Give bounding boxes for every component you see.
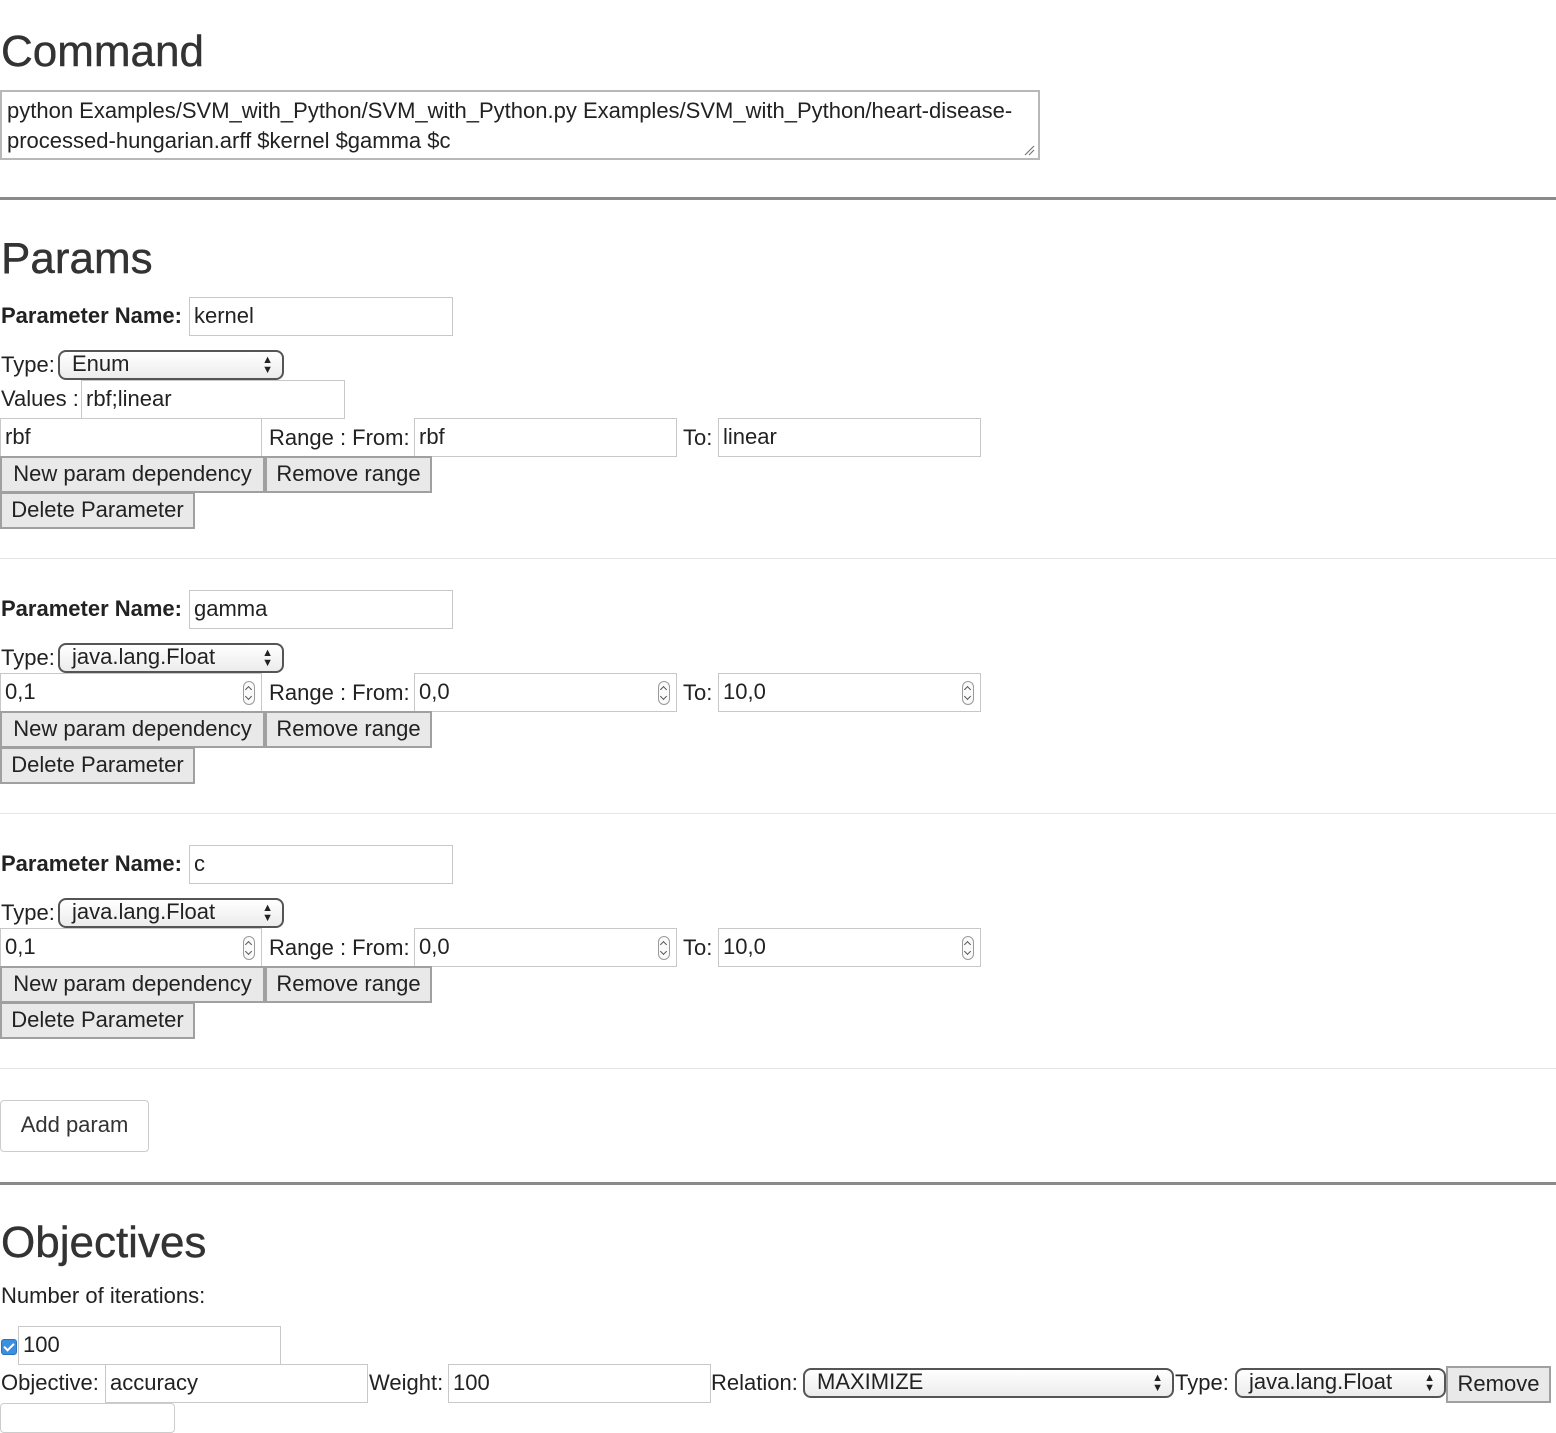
parameter-name-label: Parameter Name: xyxy=(1,851,182,876)
objectives-heading: Objectives xyxy=(1,1218,207,1267)
select-arrows-icon: ▲ ▼ xyxy=(262,354,273,376)
range-to-input[interactable]: 10,0 xyxy=(718,673,981,712)
range-to-input[interactable]: linear xyxy=(718,418,981,457)
range-from-text: 0,0 xyxy=(419,934,450,959)
range-from-label: Range : From: xyxy=(269,425,410,450)
range-to-text: 10,0 xyxy=(723,934,766,959)
delete-parameter-button[interactable]: Delete Parameter xyxy=(0,492,195,529)
iterations-label: Number of iterations: xyxy=(1,1283,206,1308)
new-param-dependency-button[interactable]: New param dependency xyxy=(0,711,265,748)
command-text: python Examples/SVM_with_Python/SVM_with… xyxy=(7,98,1013,153)
remove-range-button[interactable]: Remove range xyxy=(265,966,432,1003)
objective-label: Objective: xyxy=(1,1370,99,1395)
range-from-text: 0,0 xyxy=(419,679,450,704)
parameter-value-input[interactable]: 0,1 xyxy=(0,928,262,967)
type-select[interactable]: Enum ▲ ▼ xyxy=(58,350,284,380)
add-param-button[interactable]: Add param xyxy=(0,1100,149,1152)
type-label: Type: xyxy=(1,352,55,377)
relation-select-value: MAXIMIZE xyxy=(817,1369,924,1394)
parameter-value-text: 0,1 xyxy=(5,679,36,704)
iterations-input[interactable]: 100 xyxy=(18,1326,281,1365)
select-arrows-icon: ▲ ▼ xyxy=(1424,1372,1435,1394)
delete-parameter-button[interactable]: Delete Parameter xyxy=(0,747,195,784)
weight-input[interactable]: 100 xyxy=(448,1364,711,1403)
section-divider xyxy=(0,1182,1556,1185)
type-label: Type: xyxy=(1,645,55,670)
type-select[interactable]: java.lang.Float ▲ ▼ xyxy=(58,898,284,928)
type-label: Type: xyxy=(1,900,55,925)
range-to-label: To: xyxy=(683,680,713,705)
weight-label: Weight: xyxy=(369,1370,444,1395)
parameter-name-label: Parameter Name: xyxy=(1,596,182,621)
partial-button[interactable] xyxy=(0,1403,175,1433)
param-divider xyxy=(0,1068,1556,1069)
type-select-value: java.lang.Float xyxy=(72,644,216,669)
objective-type-label: Type: xyxy=(1175,1370,1229,1395)
range-from-input[interactable]: 0,0 xyxy=(414,673,677,712)
parameter-name-input[interactable]: c xyxy=(189,845,453,884)
range-from-label: Range : From: xyxy=(269,935,410,960)
type-select-value: java.lang.Float xyxy=(72,899,216,924)
new-param-dependency-button[interactable]: New param dependency xyxy=(0,456,265,493)
spinner-icon[interactable] xyxy=(658,681,670,705)
parameter-value-input[interactable]: rbf xyxy=(0,418,262,457)
relation-label: Relation: xyxy=(711,1370,798,1395)
iterations-checkbox[interactable] xyxy=(1,1339,17,1355)
values-label: Values : xyxy=(1,386,79,411)
spinner-icon[interactable] xyxy=(962,681,974,705)
parameter-name-input[interactable]: gamma xyxy=(189,590,453,629)
new-param-dependency-button[interactable]: New param dependency xyxy=(0,966,265,1003)
spinner-icon[interactable] xyxy=(658,936,670,960)
parameter-value-text: 0,1 xyxy=(5,934,36,959)
command-textarea[interactable]: python Examples/SVM_with_Python/SVM_with… xyxy=(0,90,1040,160)
objective-type-value: java.lang.Float xyxy=(1249,1369,1393,1394)
parameter-value-input[interactable]: 0,1 xyxy=(0,673,262,712)
range-to-text: 10,0 xyxy=(723,679,766,704)
type-select[interactable]: java.lang.Float ▲ ▼ xyxy=(58,643,284,673)
range-from-input[interactable]: 0,0 xyxy=(414,928,677,967)
values-input[interactable]: rbf;linear xyxy=(81,380,345,419)
objective-input[interactable]: accuracy xyxy=(105,1364,368,1403)
range-from-input[interactable]: rbf xyxy=(414,418,677,457)
range-to-input[interactable]: 10,0 xyxy=(718,928,981,967)
parameter-name-label: Parameter Name: xyxy=(1,303,182,328)
select-arrows-icon: ▲ ▼ xyxy=(262,902,273,924)
section-divider xyxy=(0,197,1556,200)
remove-range-button[interactable]: Remove range xyxy=(265,711,432,748)
delete-parameter-button[interactable]: Delete Parameter xyxy=(0,1002,195,1039)
remove-objective-button[interactable]: Remove xyxy=(1446,1366,1551,1403)
range-to-label: To: xyxy=(683,935,713,960)
type-select-value: Enum xyxy=(72,351,130,376)
parameter-name-input[interactable]: kernel xyxy=(189,297,453,336)
spinner-icon[interactable] xyxy=(962,936,974,960)
param-divider xyxy=(0,813,1556,814)
param-divider xyxy=(0,558,1556,559)
select-arrows-icon: ▲ ▼ xyxy=(262,647,273,669)
range-from-label: Range : From: xyxy=(269,680,410,705)
command-heading: Command xyxy=(1,27,204,76)
spinner-icon[interactable] xyxy=(243,936,255,960)
spinner-icon[interactable] xyxy=(243,681,255,705)
relation-select[interactable]: MAXIMIZE ▲ ▼ xyxy=(803,1368,1174,1398)
select-arrows-icon: ▲ ▼ xyxy=(1152,1372,1163,1394)
remove-range-button[interactable]: Remove range xyxy=(265,456,432,493)
resize-grip-icon[interactable] xyxy=(1023,144,1035,156)
range-to-label: To: xyxy=(683,425,713,450)
params-heading: Params xyxy=(1,234,153,283)
objective-type-select[interactable]: java.lang.Float ▲ ▼ xyxy=(1235,1368,1446,1398)
